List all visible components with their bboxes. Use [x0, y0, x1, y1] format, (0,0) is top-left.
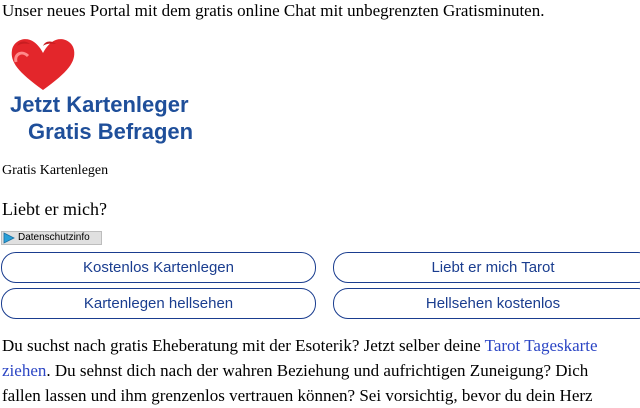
logo-line-2: Gratis Befragen — [28, 119, 194, 144]
kartenleger-logo[interactable]: Jetzt Kartenleger Gratis Befragen — [8, 32, 208, 150]
tarot-tageskarte-link[interactable]: Tarot Tageskarte — [485, 336, 598, 355]
intro-text: Unser neues Portal mit dem gratis online… — [2, 1, 545, 20]
body-text-1: Du suchst nach gratis Eheberatung mit de… — [2, 336, 485, 355]
body-paragraph: Du suchst nach gratis Eheberatung mit de… — [2, 333, 640, 408]
kostenlos-kartenlegen-button[interactable]: Kostenlos Kartenlegen — [1, 252, 316, 283]
kartenlegen-hellsehen-button[interactable]: Kartenlegen hellsehen — [1, 288, 316, 319]
body-line-3: fallen lassen und ihm grenzenlos vertrau… — [2, 386, 593, 405]
question-heading: Liebt er mich? — [2, 199, 107, 219]
privacy-info-label: Datenschutzinfo — [18, 232, 90, 243]
hellsehen-kostenlos-button[interactable]: Hellsehen kostenlos — [333, 288, 640, 319]
logo-line-1: Jetzt Kartenleger — [10, 92, 189, 117]
logo-caption: Gratis Kartenlegen — [2, 163, 109, 178]
privacy-info-button[interactable]: Datenschutzinfo — [1, 231, 102, 245]
liebt-er-mich-tarot-button[interactable]: Liebt er mich Tarot — [333, 252, 640, 283]
play-icon — [3, 232, 15, 244]
body-text-2: . Du sehnst dich nach der wahren Beziehu… — [46, 361, 589, 380]
body-line-2: ziehen. Du sehnst dich nach der wahren B… — [2, 358, 640, 383]
hearts-icon — [11, 39, 75, 90]
body-line-1: Du suchst nach gratis Eheberatung mit de… — [2, 333, 640, 358]
tarot-tageskarte-link-cont[interactable]: ziehen — [2, 361, 46, 380]
